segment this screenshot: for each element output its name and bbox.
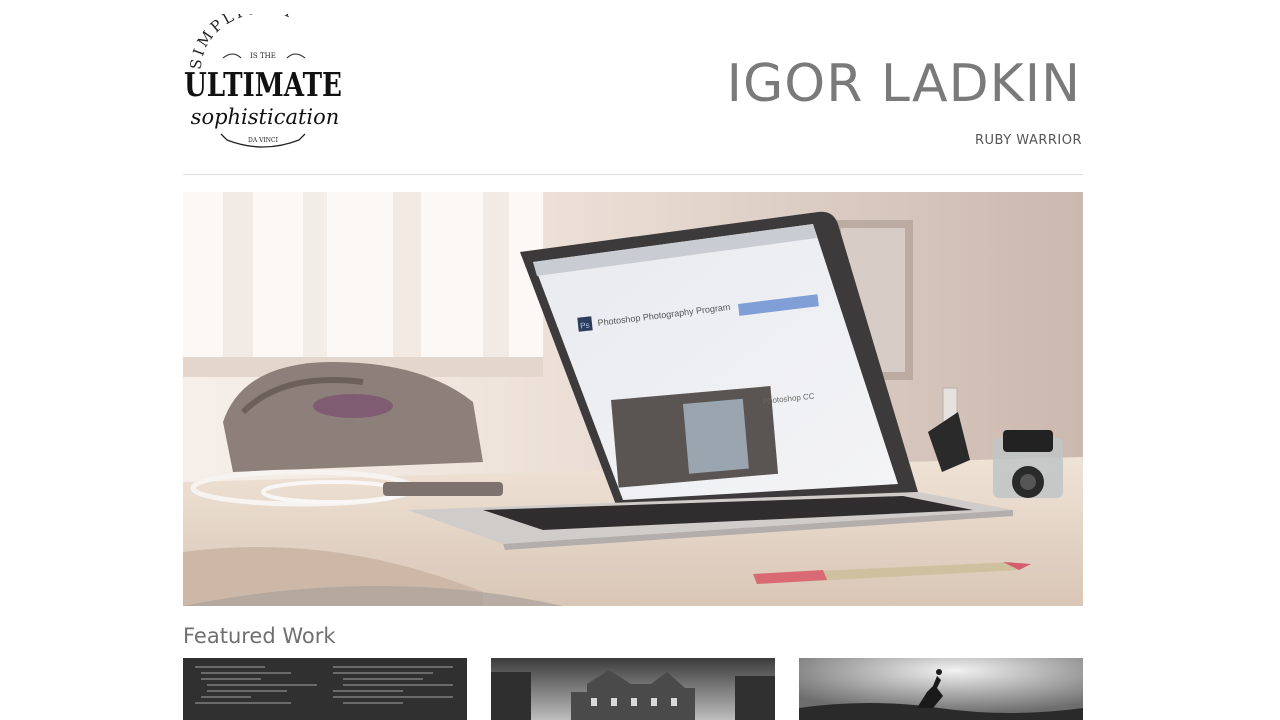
logo-line-3: ULTIMATE: [184, 65, 342, 104]
logo-line-2: IS THE: [250, 52, 276, 60]
content-container: SIMPLICITY IS THE ULTIMATE sophisticatio…: [183, 0, 1083, 720]
code-screen-thumbnail-icon: [183, 658, 467, 720]
castle-thumbnail-icon: [491, 658, 775, 720]
logo-line-5: DA VINCI: [248, 137, 279, 144]
site-subtitle: RUBY WARRIOR: [974, 133, 1082, 148]
page: SIMPLICITY IS THE ULTIMATE sophisticatio…: [0, 0, 1280, 720]
svg-text:SIMPLICITY: SIMPLICITY: [187, 14, 299, 71]
site-title[interactable]: IGOR LADKIN: [727, 58, 1081, 110]
site-logo[interactable]: SIMPLICITY IS THE ULTIMATE sophisticatio…: [183, 0, 343, 154]
logo-line-1: SIMPLICITY: [187, 0, 296, 71]
hero-image: Ps Photoshop Photography Program Photosh…: [183, 192, 1083, 606]
hero-screen-app-badge: Ps: [580, 321, 590, 331]
logo-artwork: SIMPLICITY IS THE ULTIMATE sophisticatio…: [184, 0, 342, 148]
featured-heading: Featured Work: [183, 624, 336, 648]
featured-item-castle[interactable]: [491, 658, 775, 720]
logo-line-4: sophistication: [191, 105, 340, 129]
site-header: SIMPLICITY IS THE ULTIMATE sophisticatio…: [183, 0, 1083, 175]
header-divider: [183, 174, 1083, 175]
surfer-thumbnail-icon: [799, 658, 1083, 720]
featured-item-surfer[interactable]: [799, 658, 1083, 720]
featured-item-code[interactable]: [183, 658, 467, 720]
